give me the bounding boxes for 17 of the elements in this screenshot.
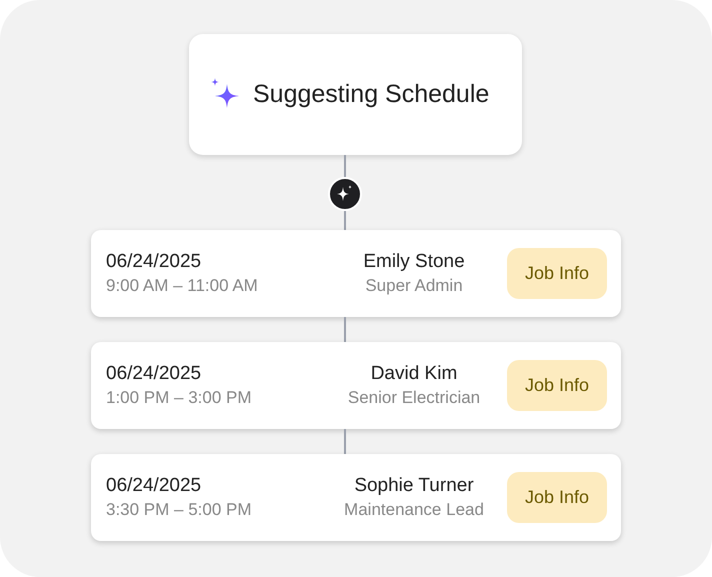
appointment-date: 06/24/2025: [106, 363, 202, 385]
appointment-date: 06/24/2025: [106, 475, 202, 497]
appointment-time: 1:00 PM – 3:00 PM: [106, 388, 253, 408]
header-title: Suggesting Schedule: [253, 80, 490, 109]
appointment-date: 06/24/2025: [106, 251, 202, 273]
job-info-button[interactable]: Job Info: [507, 472, 607, 523]
technician-name: David Kim: [370, 363, 458, 385]
technician-role: Senior Electrician: [348, 388, 480, 408]
appointment-time: 9:00 AM – 11:00 AM: [106, 276, 259, 296]
technician-name: Emily Stone: [363, 251, 465, 273]
appointment-time: 3:30 PM – 5:00 PM: [106, 500, 253, 520]
job-info-button[interactable]: Job Info: [507, 360, 607, 411]
job-info-button[interactable]: Job Info: [507, 248, 607, 299]
sparkle-icon: [328, 177, 362, 211]
technician-role: Maintenance Lead: [344, 500, 484, 520]
technician-name: Sophie Turner: [354, 475, 474, 497]
technician-role: Super Admin: [365, 276, 463, 296]
